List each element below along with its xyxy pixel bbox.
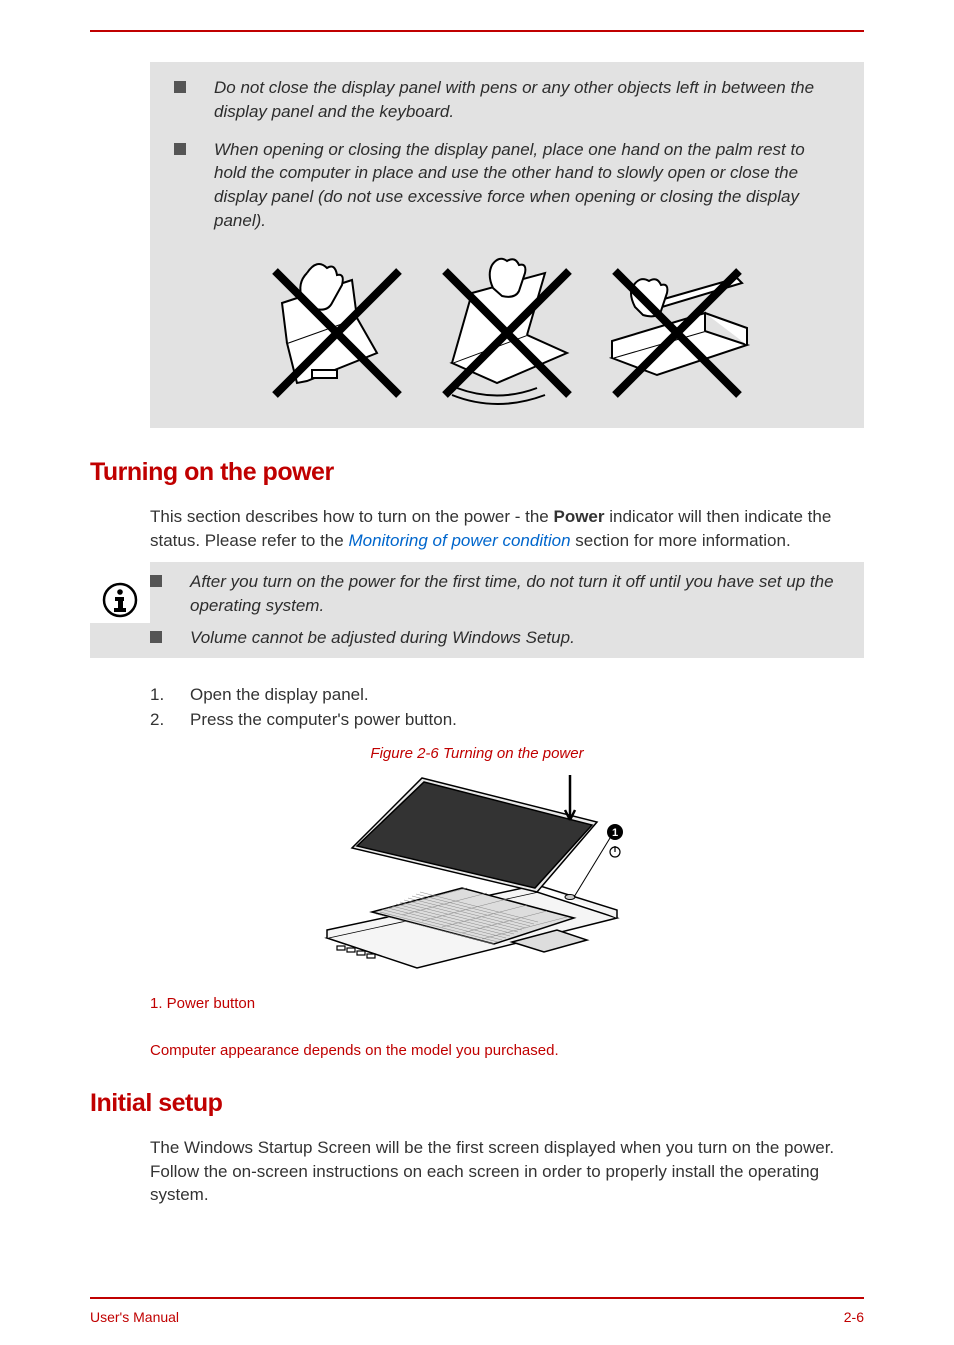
illustration-no-shake (427, 253, 587, 408)
illustration-no-hold-screen (257, 253, 417, 408)
section-heading-initial-setup: Initial setup (90, 1089, 864, 1118)
callout-number: 1 (612, 827, 618, 839)
info-item: Volume cannot be adjusted during Windows… (150, 626, 840, 650)
step-item: 2. Press the computer's power button. (150, 707, 864, 733)
square-bullet-icon (174, 143, 186, 155)
intro-text-1: This section describes how to turn on th… (150, 507, 553, 526)
step-number: 1. (150, 682, 190, 708)
step-item: 1. Open the display panel. (150, 682, 864, 708)
info-callout-box: After you turn on the power for the firs… (90, 562, 864, 657)
warning-list: Do not close the display panel with pens… (174, 76, 840, 233)
power-intro-paragraph: This section describes how to turn on th… (150, 505, 864, 553)
warning-item: When opening or closing the display pane… (174, 138, 840, 233)
info-content: After you turn on the power for the firs… (150, 562, 864, 657)
figure-caption: Figure 2-6 Turning on the power (90, 745, 864, 762)
info-item: After you turn on the power for the firs… (150, 570, 840, 618)
section-heading-power: Turning on the power (90, 458, 864, 487)
step-text: Press the computer's power button. (190, 707, 457, 733)
footer-left: User's Manual (90, 1309, 179, 1325)
illustration-no-object-between (597, 253, 757, 408)
figure-power-button: 1 (90, 770, 864, 975)
page-footer: User's Manual 2-6 (90, 1297, 864, 1325)
intro-power-bold: Power (553, 507, 604, 526)
initial-setup-paragraph: The Windows Startup Screen will be the f… (150, 1136, 864, 1207)
warning-text: When opening or closing the display pane… (214, 138, 840, 233)
step-number: 2. (150, 707, 190, 733)
info-icon (102, 582, 138, 623)
square-bullet-icon (174, 81, 186, 93)
figure-label: 1. Power button (150, 995, 864, 1012)
warning-illustrations (174, 253, 840, 408)
step-text: Open the display panel. (190, 682, 369, 708)
monitoring-link[interactable]: Monitoring of power condition (348, 531, 570, 550)
square-bullet-icon (150, 631, 162, 643)
intro-text-3: section for more information. (571, 531, 791, 550)
appearance-note: Computer appearance depends on the model… (150, 1042, 864, 1059)
footer-right: 2-6 (844, 1309, 864, 1325)
warning-item: Do not close the display panel with pens… (174, 76, 840, 124)
info-text: After you turn on the power for the firs… (190, 570, 840, 618)
info-list: After you turn on the power for the firs… (150, 570, 840, 649)
warning-callout-box: Do not close the display panel with pens… (150, 62, 864, 428)
steps-list: 1. Open the display panel. 2. Press the … (150, 682, 864, 733)
info-text: Volume cannot be adjusted during Windows… (190, 626, 575, 650)
warning-text: Do not close the display panel with pens… (214, 76, 840, 124)
top-divider (90, 30, 864, 32)
info-icon-column (90, 562, 150, 623)
square-bullet-icon (150, 575, 162, 587)
